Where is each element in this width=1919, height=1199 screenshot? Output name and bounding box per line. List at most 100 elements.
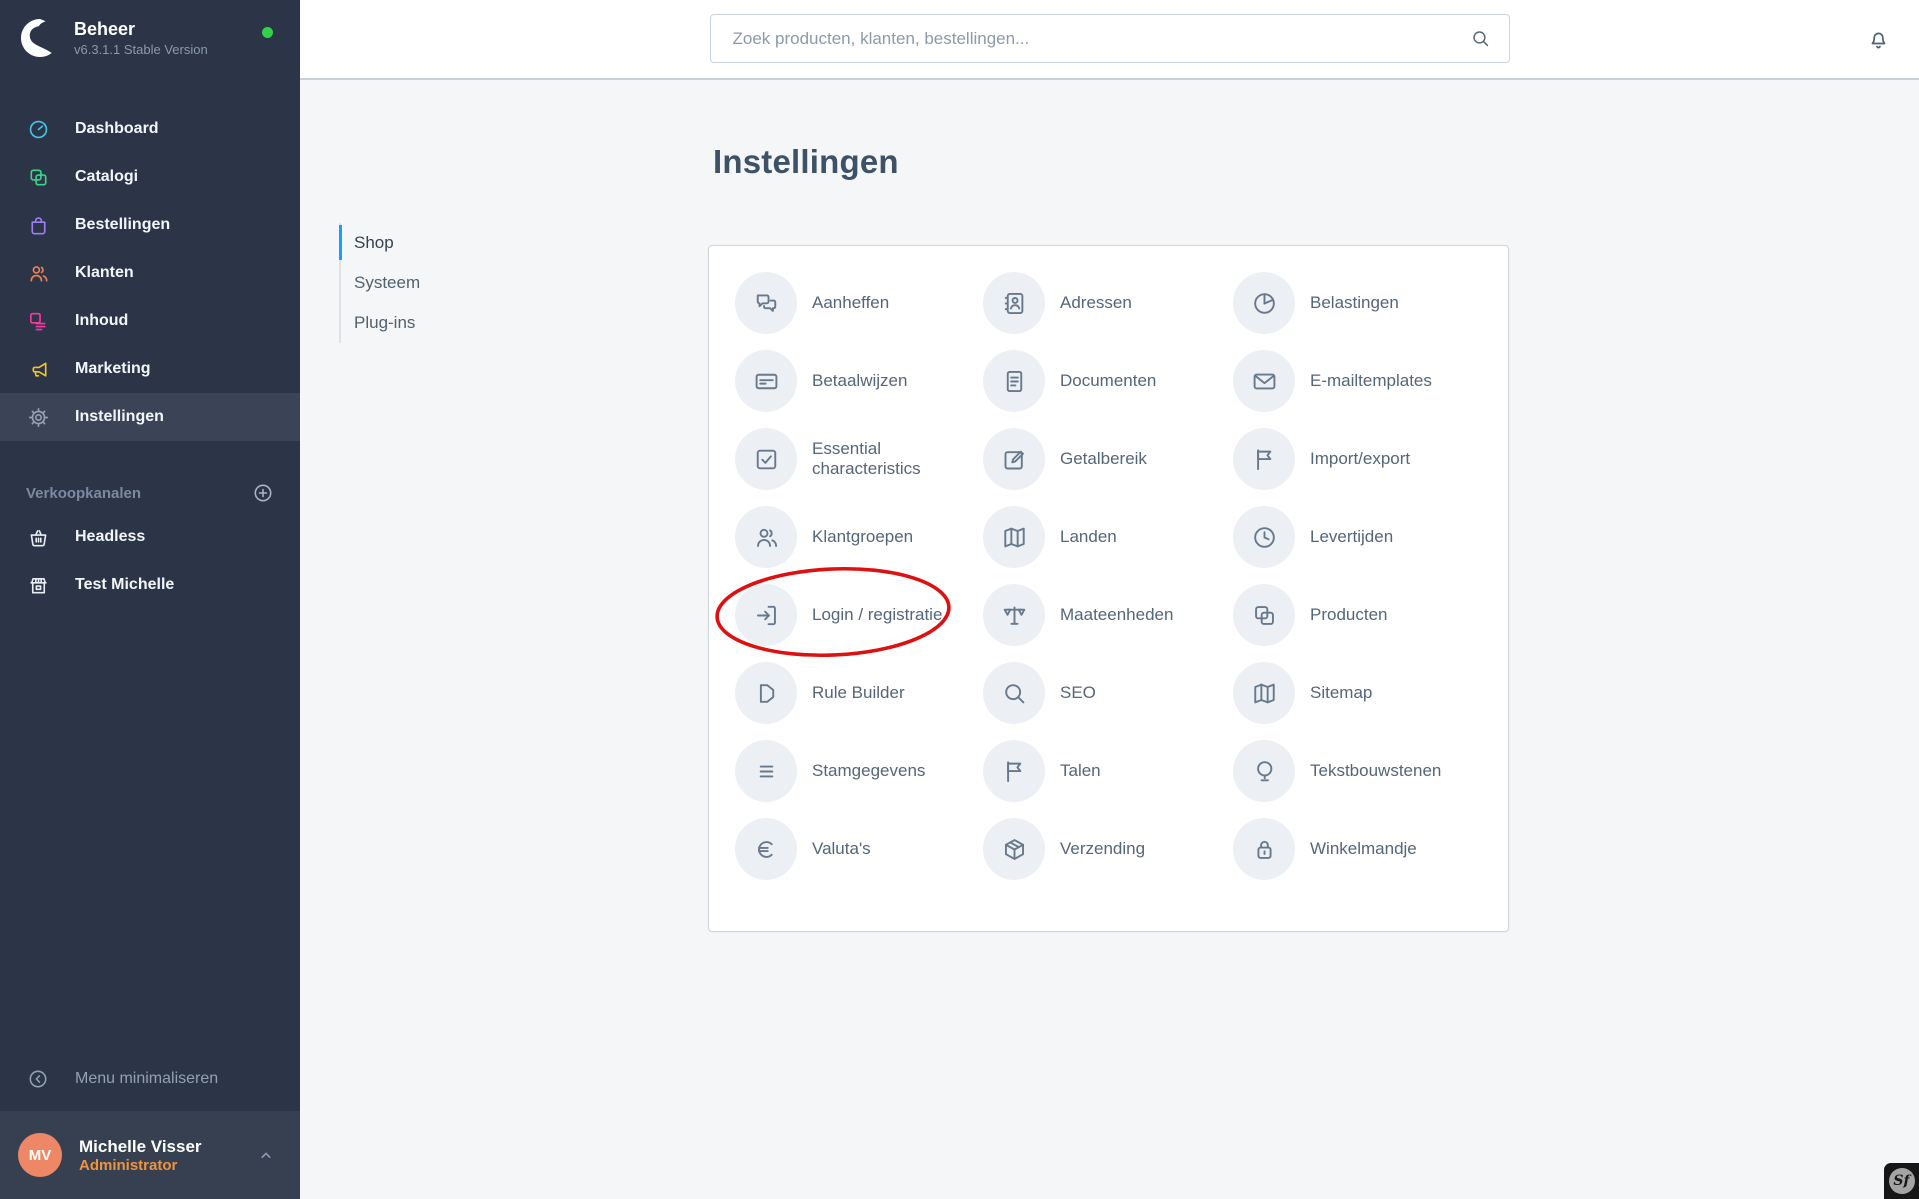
flag-icon	[1001, 758, 1028, 785]
sidebar-item-inhoud[interactable]: Inhoud	[0, 297, 300, 345]
checkbox-icon	[753, 446, 780, 473]
settings-item-verzending[interactable]: Verzending	[983, 818, 1233, 880]
sidebar-item-label: Marketing	[75, 360, 151, 377]
magnifier-icon	[1001, 680, 1028, 707]
shopping-bag-icon	[27, 214, 50, 237]
settings-item-essential-characteristics[interactable]: Essential characteristics	[735, 428, 983, 490]
sidebar-item-label: Instellingen	[75, 408, 164, 425]
settings-item-belastingen[interactable]: Belastingen	[1233, 272, 1508, 334]
settings-item-betaalwijzen[interactable]: Betaalwijzen	[735, 350, 983, 412]
app-title-block: Beheer v6.3.1.1 Stable Version	[74, 19, 208, 58]
topbar	[300, 0, 1919, 80]
settings-item-label: Klantgroepen	[812, 527, 914, 546]
sidebar-item-klanten[interactable]: Klanten	[0, 249, 300, 297]
settings-item-tekstbouwstenen[interactable]: Tekstbouwstenen	[1233, 740, 1508, 802]
notifications-bell-icon[interactable]	[1866, 27, 1891, 53]
settings-item-talen[interactable]: Talen	[983, 740, 1233, 802]
megaphone-icon	[27, 358, 50, 381]
settings-item-sitemap[interactable]: Sitemap	[1233, 662, 1508, 724]
page-title: Instellingen	[713, 143, 899, 180]
settings-item-documenten[interactable]: Documenten	[983, 350, 1233, 412]
settings-item-e-mailtemplates[interactable]: E-mailtemplates	[1233, 350, 1508, 412]
settings-item-landen[interactable]: Landen	[983, 506, 1233, 568]
sales-channels-title: Verkoopkanalen	[26, 484, 142, 502]
settings-item-circle	[1233, 350, 1295, 412]
avatar: MV	[18, 1133, 62, 1177]
settings-item-label: Valuta's	[812, 839, 871, 858]
sidebar-item-catalogi[interactable]: Catalogi	[0, 153, 300, 201]
settings-item-label: Aanheffen	[812, 293, 890, 312]
settings-item-klantgroepen[interactable]: Klantgroepen	[735, 506, 983, 568]
user-menu[interactable]: MV Michelle Visser Administrator	[0, 1111, 300, 1199]
settings-item-seo[interactable]: SEO	[983, 662, 1233, 724]
app-version: v6.3.1.1 Stable Version	[74, 42, 208, 58]
settings-item-circle	[735, 818, 797, 880]
tab-plug-ins[interactable]: Plug-ins	[341, 303, 559, 343]
flag-icon	[1251, 446, 1278, 473]
rule-shape-icon	[753, 680, 780, 707]
settings-item-stamgegevens[interactable]: Stamgegevens	[735, 740, 983, 802]
basket-icon	[27, 526, 50, 549]
settings-item-getalbereik[interactable]: Getalbereik	[983, 428, 1233, 490]
settings-item-circle	[1233, 506, 1295, 568]
settings-item-circle	[1233, 740, 1295, 802]
padlock-icon	[1251, 836, 1278, 863]
settings-item-label: Documenten	[1060, 371, 1157, 390]
status-dot	[262, 27, 273, 38]
search-icon[interactable]	[1470, 28, 1491, 49]
login-arrow-icon	[753, 602, 780, 629]
menu-minimize-button[interactable]: Menu minimaliseren	[0, 1055, 300, 1103]
settings-grid: Aanheffen Adressen Belastingen Betaalwijzen…	[709, 246, 1508, 888]
sidebar-item-marketing[interactable]: Marketing	[0, 345, 300, 393]
settings-item-levertijden[interactable]: Levertijden	[1233, 506, 1508, 568]
sidebar-item-bestellingen[interactable]: Bestellingen	[0, 201, 300, 249]
sales-channels-list: Headless Test Michelle	[0, 513, 300, 609]
sales-channel-headless[interactable]: Headless	[0, 513, 300, 561]
tab-shop[interactable]: Shop	[339, 223, 559, 263]
sales-channel-label: Headless	[75, 528, 146, 545]
settings-item-label: Stamgegevens	[812, 761, 926, 780]
settings-item-producten[interactable]: Producten	[1233, 584, 1508, 646]
settings-item-winkelmandje[interactable]: Winkelmandje	[1233, 818, 1508, 880]
settings-item-valuta-s[interactable]: Valuta's	[735, 818, 983, 880]
settings-item-adressen[interactable]: Adressen	[983, 272, 1233, 334]
settings-item-aanheffen[interactable]: Aanheffen	[735, 272, 983, 334]
sidebar-item-label: Inhoud	[75, 312, 129, 329]
symfony-profiler-badge[interactable]: Sf	[1884, 1163, 1919, 1199]
sidebar-item-dashboard[interactable]: Dashboard	[0, 105, 300, 153]
settings-item-login-registratie[interactable]: Login / registratie	[735, 584, 983, 646]
search-box	[709, 14, 1510, 63]
settings-item-circle	[735, 740, 797, 802]
sales-channel-test-michelle[interactable]: Test Michelle	[0, 561, 300, 609]
add-sales-channel-icon[interactable]	[252, 482, 274, 504]
settings-item-circle	[983, 506, 1045, 568]
settings-item-circle	[983, 272, 1045, 334]
search-input[interactable]	[732, 28, 1470, 49]
document-icon	[1001, 368, 1028, 395]
tab-systeem[interactable]: Systeem	[341, 263, 559, 303]
dashboard-gauge-icon	[27, 118, 50, 141]
sidebar-item-label: Catalogi	[75, 168, 139, 185]
settings-item-circle	[735, 506, 797, 568]
user-text: Michelle Visser Administrator	[79, 1136, 256, 1174]
settings-item-rule-builder[interactable]: Rule Builder	[735, 662, 983, 724]
content-layout-icon	[27, 310, 50, 333]
shopware-logo-icon	[20, 18, 60, 58]
settings-item-circle	[1233, 584, 1295, 646]
settings-item-circle	[983, 662, 1045, 724]
settings-item-label: SEO	[1060, 683, 1096, 702]
settings-item-label: Winkelmandje	[1310, 839, 1417, 858]
users-icon	[27, 262, 50, 285]
settings-item-circle	[983, 350, 1045, 412]
sidebar-item-instellingen[interactable]: Instellingen	[0, 393, 300, 441]
credit-card-icon	[753, 368, 780, 395]
settings-item-circle	[1233, 662, 1295, 724]
settings-item-maateenheden[interactable]: Maateenheden	[983, 584, 1233, 646]
edit-square-icon	[1001, 446, 1028, 473]
symfony-logo-icon: Sf	[1888, 1168, 1915, 1194]
settings-item-import-export[interactable]: Import/export	[1233, 428, 1508, 490]
map-icon	[1251, 680, 1278, 707]
sidebar-nav: Dashboard Catalogi Bestellingen Klanten Inho…	[0, 105, 300, 441]
settings-item-label: Login / registratie	[812, 605, 943, 624]
settings-item-circle	[735, 584, 797, 646]
